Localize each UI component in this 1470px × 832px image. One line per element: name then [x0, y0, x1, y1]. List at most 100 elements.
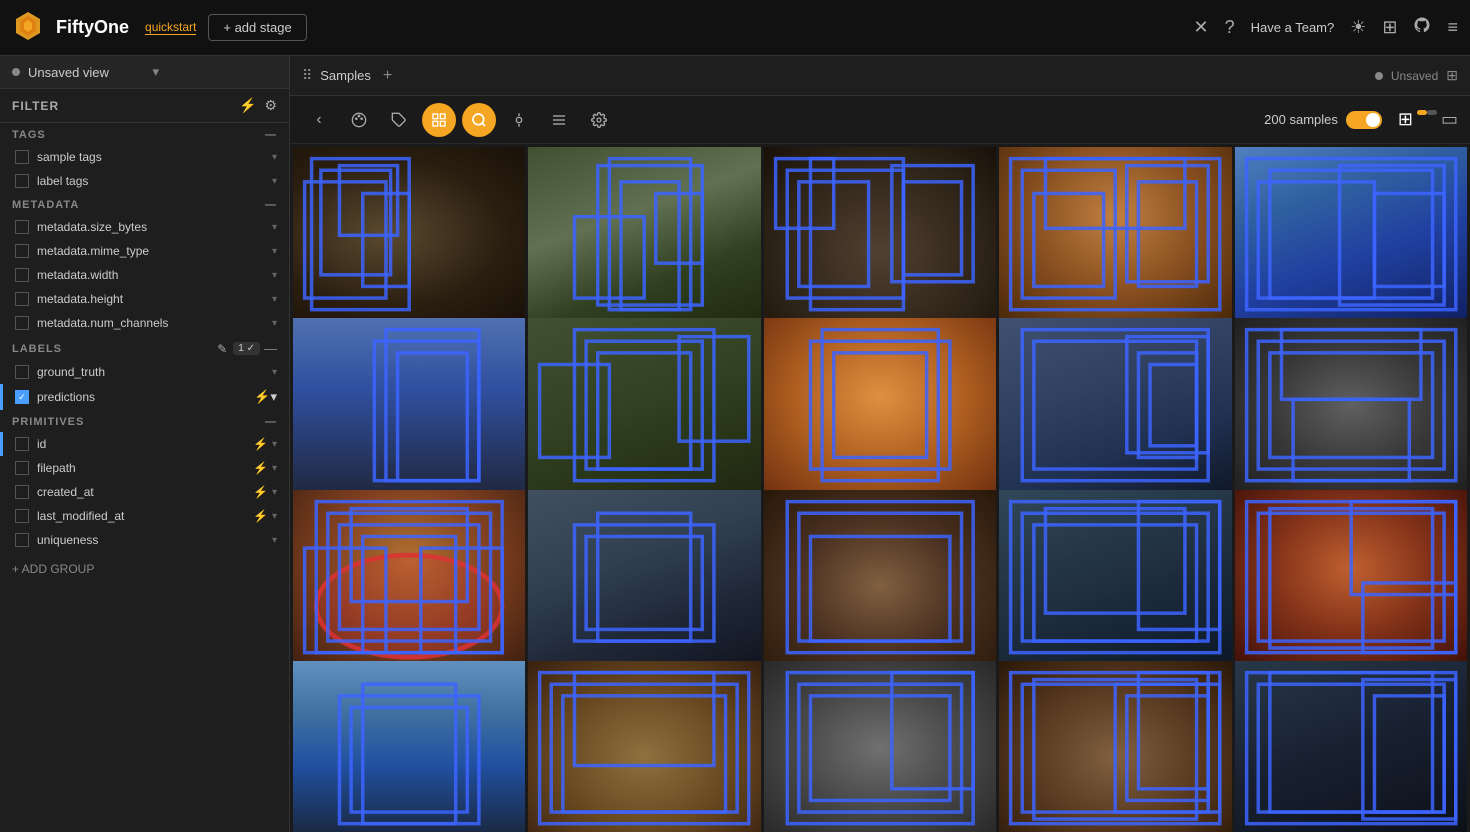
- select-button[interactable]: [422, 103, 456, 137]
- sidebar-item-filepath[interactable]: filepath ⚡ ▾: [0, 456, 289, 480]
- main-layout: Unsaved view ▾ FILTER ⚡ ⚙ TAGS — sample …: [0, 56, 1470, 832]
- settings-toolbar-button[interactable]: [582, 103, 616, 137]
- have-a-team-label[interactable]: Have a Team?: [1251, 20, 1335, 35]
- expand-icon[interactable]: ⊞: [1446, 67, 1458, 84]
- grid-cell-8[interactable]: [764, 318, 996, 492]
- toggle-thumb: [1366, 113, 1380, 127]
- edit-icon[interactable]: ✎: [217, 342, 227, 356]
- grid-cell-6[interactable]: [293, 318, 525, 492]
- grid-cell-11[interactable]: [293, 490, 525, 664]
- tag-button[interactable]: [382, 103, 416, 137]
- sidebar-item-created-at[interactable]: created_at ⚡ ▾: [0, 480, 289, 504]
- sidebar-item-id[interactable]: id ⚡ ▾: [0, 432, 289, 456]
- list-view-icon[interactable]: ▭: [1441, 109, 1458, 130]
- grid-cell-12[interactable]: [528, 490, 760, 664]
- grid-cell-1[interactable]: [293, 147, 525, 321]
- ground-truth-checkbox[interactable]: [15, 365, 29, 379]
- chevron-icon: ▾: [272, 463, 277, 474]
- mime-type-label: metadata.mime_type: [37, 244, 268, 258]
- sidebar-item-mime-type[interactable]: metadata.mime_type ▾: [0, 239, 289, 263]
- width-checkbox[interactable]: [15, 268, 29, 282]
- color-button[interactable]: [342, 103, 376, 137]
- match-button[interactable]: [502, 103, 536, 137]
- size-bytes-checkbox[interactable]: [15, 220, 29, 234]
- grid-cell-7[interactable]: [528, 318, 760, 492]
- close-icon[interactable]: ✕: [1194, 17, 1209, 38]
- sidebar-item-uniqueness[interactable]: uniqueness ▾: [0, 528, 289, 552]
- grid-cell-4[interactable]: [999, 147, 1231, 321]
- sidebar-item-predictions[interactable]: ✓ predictions ⚡ ▾: [0, 384, 289, 410]
- chevron-icon: ▾: [272, 511, 277, 522]
- search-button[interactable]: [462, 103, 496, 137]
- sun-icon[interactable]: ☀: [1350, 17, 1366, 38]
- github-icon[interactable]: [1413, 16, 1431, 39]
- num-channels-label: metadata.num_channels: [37, 316, 268, 330]
- grid-cell-14[interactable]: [999, 490, 1231, 664]
- grid-cell-13[interactable]: [764, 490, 996, 664]
- labels-collapse-button[interactable]: —: [264, 341, 277, 356]
- grid-cell-5[interactable]: [1235, 147, 1467, 321]
- grid-cell-19[interactable]: [999, 661, 1231, 832]
- back-button[interactable]: ‹: [302, 103, 336, 137]
- chevron-icon: ▾: [270, 389, 277, 405]
- id-checkbox[interactable]: [15, 437, 29, 451]
- created-at-checkbox[interactable]: [15, 485, 29, 499]
- grid-cell-2[interactable]: [528, 147, 760, 321]
- sidebar-item-width[interactable]: metadata.width ▾: [0, 263, 289, 287]
- grid-cell-10[interactable]: [1235, 318, 1467, 492]
- width-label: metadata.width: [37, 268, 268, 282]
- grid-cell-9[interactable]: [999, 318, 1231, 492]
- grid-cell-16[interactable]: [293, 661, 525, 832]
- chevron-icon: ▾: [272, 367, 277, 378]
- uniqueness-label: uniqueness: [37, 533, 268, 547]
- grid-cell-18[interactable]: [764, 661, 996, 832]
- chevron-icon: ▾: [272, 246, 277, 257]
- grid-view-icon[interactable]: ⊞: [1398, 109, 1413, 130]
- lightning-icon: ⚡: [253, 485, 268, 499]
- grid-cell-3[interactable]: [764, 147, 996, 321]
- num-channels-checkbox[interactable]: [15, 316, 29, 330]
- grid-cell-17[interactable]: [528, 661, 760, 832]
- menu-icon[interactable]: ≡: [1447, 17, 1458, 38]
- grid-icon[interactable]: ⊞: [1382, 17, 1397, 38]
- primitives-collapse-button[interactable]: —: [265, 416, 277, 428]
- label-tags-checkbox[interactable]: [15, 174, 29, 188]
- add-tab-button[interactable]: +: [383, 67, 392, 85]
- grid-cell-20[interactable]: [1235, 661, 1467, 832]
- grid-cell-15[interactable]: [1235, 490, 1467, 664]
- sidebar-item-label-tags[interactable]: label tags ▾: [0, 169, 289, 193]
- predictions-checkbox[interactable]: ✓: [15, 390, 29, 404]
- sample-tags-label: sample tags: [37, 150, 268, 164]
- sidebar-item-num-channels[interactable]: metadata.num_channels ▾: [0, 311, 289, 335]
- add-group-button[interactable]: + ADD GROUP: [0, 552, 289, 586]
- labels-section-header: LABELS ✎ 1 ✓ —: [0, 335, 289, 360]
- logo: [12, 10, 44, 45]
- height-checkbox[interactable]: [15, 292, 29, 306]
- sidebar-item-last-modified[interactable]: last_modified_at ⚡ ▾: [0, 504, 289, 528]
- last-modified-checkbox[interactable]: [15, 509, 29, 523]
- toggle-2[interactable]: [1417, 109, 1437, 130]
- primitives-label: PRIMITIVES: [12, 416, 84, 428]
- overlay-toggle[interactable]: [1346, 111, 1382, 129]
- sample-tags-checkbox[interactable]: [15, 150, 29, 164]
- lightning-icon[interactable]: ⚡: [239, 97, 256, 114]
- samples-tab[interactable]: Samples: [320, 68, 371, 83]
- unsaved-view-selector[interactable]: Unsaved view ▾: [0, 56, 289, 89]
- sidebar-item-height[interactable]: metadata.height ▾: [0, 287, 289, 311]
- tags-collapse-button[interactable]: —: [265, 129, 277, 141]
- chevron-icon: ▾: [272, 222, 277, 233]
- metadata-collapse-button[interactable]: —: [265, 199, 277, 211]
- sidebar-item-sample-tags[interactable]: sample tags ▾: [0, 145, 289, 169]
- filepath-checkbox[interactable]: [15, 461, 29, 475]
- mime-type-checkbox[interactable]: [15, 244, 29, 258]
- settings-icon[interactable]: ⚙: [264, 97, 277, 114]
- uniqueness-checkbox[interactable]: [15, 533, 29, 547]
- sidebar-item-size-bytes[interactable]: metadata.size_bytes ▾: [0, 215, 289, 239]
- sidebar-item-ground-truth[interactable]: ground_truth ▾: [0, 360, 289, 384]
- chevron-icon: ▾: [272, 487, 277, 498]
- app-name: FiftyOne: [56, 17, 129, 38]
- size-bytes-label: metadata.size_bytes: [37, 220, 268, 234]
- help-icon[interactable]: ?: [1225, 17, 1235, 38]
- add-stage-button[interactable]: + add stage: [208, 14, 306, 41]
- list-button[interactable]: [542, 103, 576, 137]
